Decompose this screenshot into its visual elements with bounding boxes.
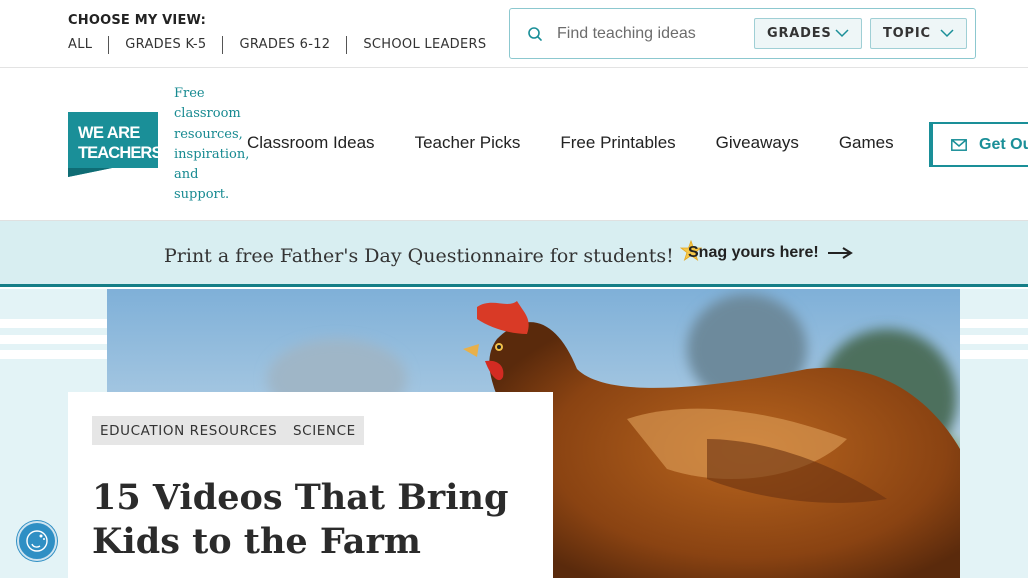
cta-label: Get Ou [979,135,1028,153]
search-bar: GRADES TOPIC [509,8,976,59]
nav-giveaways[interactable]: Giveaways [716,133,799,153]
main-header: WE ARE TEACHERS Free classroom resources… [0,68,1028,221]
grades-filter-label: GRADES [767,26,832,41]
promo-banner: Print a free Father's Day Questionnaire … [0,221,1028,287]
site-tagline: Free classroom resources, inspiration, a… [174,86,250,203]
decor-stripe [960,350,1028,359]
nav-teacher-picks[interactable]: Teacher Picks [415,133,521,153]
decor-stripe [0,319,107,328]
view-link-grades-6-12[interactable]: GRADES 6-12 [222,36,346,54]
top-utility-bar: CHOOSE MY VIEW: ALL GRADES K-5 GRADES 6-… [0,0,1028,68]
accessibility-icon [26,530,48,552]
decor-stripe [960,319,1028,328]
view-link-school-leaders[interactable]: SCHOOL LEADERS [346,36,502,54]
we-are-teachers-logo[interactable]: WE ARE TEACHERS [68,112,158,177]
topic-filter-label: TOPIC [883,26,931,41]
promo-link-label: Snag yours here! [688,244,819,261]
logo-line-2: TEACHERS [78,144,158,162]
grades-filter-dropdown[interactable]: GRADES [754,18,862,49]
hero-section: EDUCATION RESOURCES SCIENCE 15 Videos Th… [0,289,1028,578]
nav-classroom-ideas[interactable]: Classroom Ideas [247,133,375,153]
view-link-all[interactable]: ALL [68,36,108,54]
accessibility-widget-button[interactable] [17,521,57,561]
promo-link[interactable]: Snag yours here! [688,244,853,262]
choose-view-label: CHOOSE MY VIEW: [68,13,207,28]
view-link-grades-k5[interactable]: GRADES K-5 [108,36,222,54]
search-input[interactable] [557,21,747,47]
promo-message: Print a free Father's Day Questionnaire … [164,245,674,267]
decor-stripe [0,350,107,359]
tag-education-resources[interactable]: EDUCATION RESOURCES [92,416,286,445]
article-title: 15 Videos That Bring Kids to the Farm [92,477,509,562]
chevron-down-icon [940,29,954,38]
decor-stripe [960,335,1028,344]
newsletter-cta-button[interactable]: Get Ou [929,122,1028,167]
promo-text-row: Print a free Father's Day Questionnaire … [164,239,702,267]
topic-filter-dropdown[interactable]: TOPIC [870,18,967,49]
view-links: ALL GRADES K-5 GRADES 6-12 SCHOOL LEADER… [68,36,502,54]
article-card: EDUCATION RESOURCES SCIENCE 15 Videos Th… [68,392,553,578]
envelope-icon [951,138,967,151]
main-nav: Classroom Ideas Teacher Picks Free Print… [247,133,934,153]
decor-stripe [0,335,107,344]
tag-science[interactable]: SCIENCE [285,416,364,445]
logo-line-1: WE ARE [78,124,140,142]
nav-games[interactable]: Games [839,133,894,153]
search-icon[interactable] [527,26,543,42]
chevron-down-icon [835,29,849,38]
nav-free-printables[interactable]: Free Printables [560,133,675,153]
arrow-right-icon [827,247,853,259]
